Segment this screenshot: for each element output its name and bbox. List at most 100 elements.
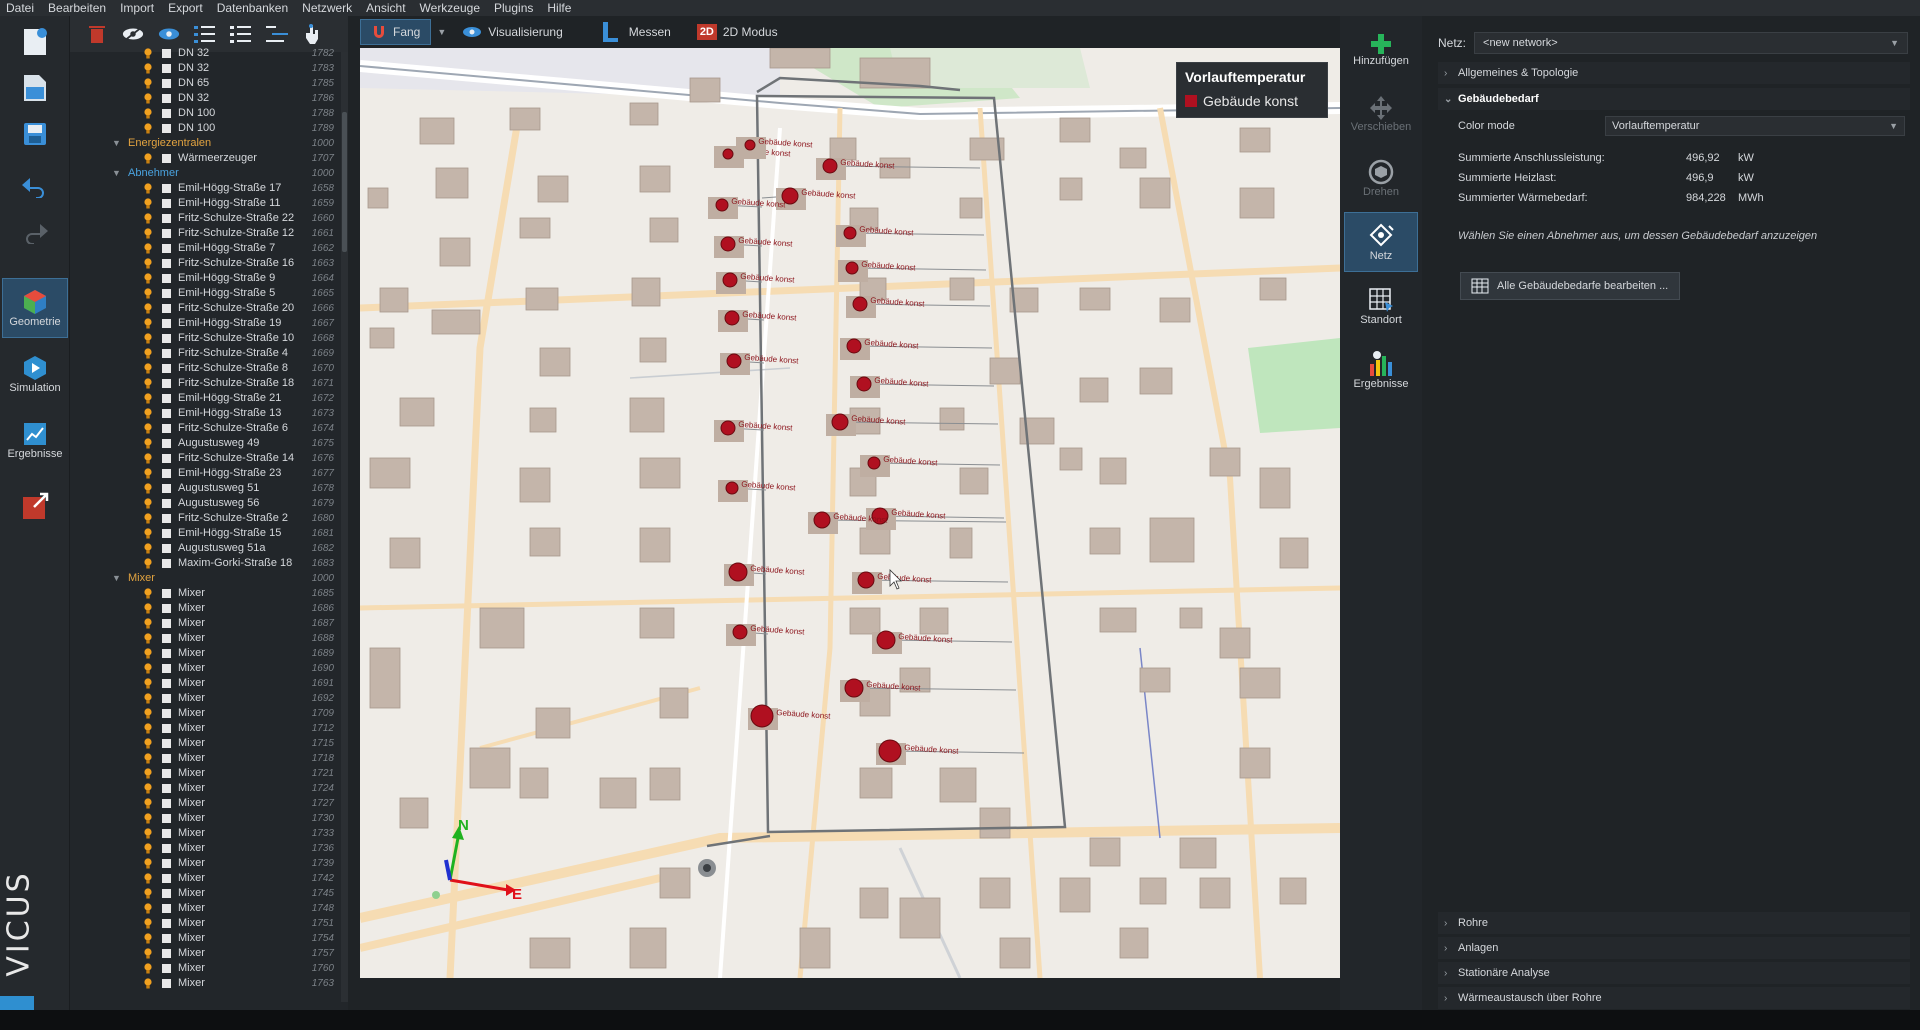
consumer-node[interactable]	[856, 376, 872, 392]
visibility-checkbox[interactable]	[162, 769, 171, 778]
lightbulb-icon[interactable]	[144, 723, 152, 734]
select-all-button[interactable]	[194, 23, 216, 45]
visibility-checkbox[interactable]	[162, 214, 171, 223]
section-stationaere-analyse[interactable]: › Stationäre Analyse	[1438, 962, 1910, 984]
tree-expand-icon[interactable]: ▼	[112, 571, 121, 586]
section-rohre[interactable]: › Rohre	[1438, 912, 1910, 934]
consumer-node[interactable]	[744, 139, 756, 151]
visibility-checkbox[interactable]	[162, 349, 171, 358]
visibility-checkbox[interactable]	[162, 664, 171, 673]
tree-item[interactable]: Mixer 1751	[70, 916, 340, 931]
lightbulb-icon[interactable]	[144, 858, 152, 869]
tree-item[interactable]: Mixer 1730	[70, 811, 340, 826]
lightbulb-icon[interactable]	[144, 888, 152, 899]
consumer-node[interactable]	[876, 630, 896, 650]
visibility-checkbox[interactable]	[162, 544, 171, 553]
consumer-node[interactable]	[722, 272, 738, 288]
lightbulb-icon[interactable]	[144, 873, 152, 884]
tree-item[interactable]: Mixer 1691	[70, 676, 340, 691]
menu-bearbeiten[interactable]: Bearbeiten	[48, 1, 106, 15]
visibility-checkbox[interactable]	[162, 259, 171, 268]
tree-item[interactable]: Augustusweg 49 1675	[70, 436, 340, 451]
tree-item[interactable]: Mixer 1712	[70, 721, 340, 736]
visibility-checkbox[interactable]	[162, 424, 171, 433]
tree-item[interactable]: Emil-Högg-Straße 13 1673	[70, 406, 340, 421]
lightbulb-icon[interactable]	[144, 618, 152, 629]
visibility-checkbox[interactable]	[162, 469, 171, 478]
tree-item[interactable]: DN 100 1789	[70, 121, 340, 136]
visibility-checkbox[interactable]	[162, 889, 171, 898]
lightbulb-icon[interactable]	[144, 408, 152, 419]
lightbulb-icon[interactable]	[144, 948, 152, 959]
visibility-checkbox[interactable]	[162, 379, 171, 388]
tree-item[interactable]: Emil-Högg-Straße 23 1677	[70, 466, 340, 481]
tree-item[interactable]: Fritz-Schulze-Straße 2 1680	[70, 511, 340, 526]
lightbulb-icon[interactable]	[144, 243, 152, 254]
visualisierung-button[interactable]: Visualisierung	[452, 19, 573, 45]
lightbulb-icon[interactable]	[144, 603, 152, 614]
lightbulb-icon[interactable]	[144, 633, 152, 644]
lightbulb-icon[interactable]	[144, 303, 152, 314]
tree-item[interactable]: Mixer 1745	[70, 886, 340, 901]
consumer-node[interactable]	[750, 704, 774, 728]
consumer-node[interactable]	[844, 678, 864, 698]
tree-item[interactable]: Mixer 1739	[70, 856, 340, 871]
visibility-checkbox[interactable]	[162, 814, 171, 823]
consumer-node[interactable]	[852, 296, 868, 312]
tree-item[interactable]: Mixer 1757	[70, 946, 340, 961]
tree-item[interactable]: DN 32 1786	[70, 91, 340, 106]
lightbulb-icon[interactable]	[144, 693, 152, 704]
visibility-checkbox[interactable]	[162, 619, 171, 628]
visibility-checkbox[interactable]	[162, 514, 171, 523]
consumer-node[interactable]	[728, 562, 748, 582]
visibility-checkbox[interactable]	[162, 979, 171, 988]
tree-item[interactable]: Fritz-Schulze-Straße 8 1670	[70, 361, 340, 376]
lightbulb-icon[interactable]	[144, 513, 152, 524]
section-allgemeines-topologie[interactable]: › Allgemeines & Topologie	[1438, 62, 1910, 84]
tree-item[interactable]: Augustusweg 56 1679	[70, 496, 340, 511]
lightbulb-icon[interactable]	[144, 258, 152, 269]
mode-simulation-button[interactable]: Simulation	[2, 344, 68, 404]
lightbulb-icon[interactable]	[144, 153, 152, 164]
tree-item[interactable]: Mixer 1692	[70, 691, 340, 706]
lightbulb-icon[interactable]	[144, 123, 152, 134]
tree-item[interactable]: Mixer 1690	[70, 661, 340, 676]
map-canvas[interactable]: Gebäude konst Gebäude konst Gebäude konst G…	[360, 48, 1340, 978]
visibility-checkbox[interactable]	[162, 739, 171, 748]
edit-all-demands-button[interactable]: Alle Gebäudebedarfe bearbeiten ...	[1460, 272, 1680, 300]
tree-item[interactable]: Mixer 1718	[70, 751, 340, 766]
consumer-node[interactable]	[867, 456, 881, 470]
2d-mode-button[interactable]: 2D 2D Modus	[687, 19, 788, 45]
tree-item[interactable]: Mixer 1748	[70, 901, 340, 916]
visibility-checkbox[interactable]	[162, 934, 171, 943]
consumer-node[interactable]	[831, 413, 849, 431]
map-viewport[interactable]: Gebäude konst Gebäude konst Gebäude konst G…	[360, 48, 1340, 978]
visibility-checkbox[interactable]	[162, 439, 171, 448]
deselect-button[interactable]	[230, 23, 252, 45]
consumer-node[interactable]	[725, 481, 739, 495]
lightbulb-icon[interactable]	[144, 798, 152, 809]
network-select[interactable]: <new network> ▼	[1474, 32, 1909, 54]
tree-expand-icon[interactable]: ▼	[112, 166, 121, 181]
visibility-checkbox[interactable]	[162, 199, 171, 208]
messen-button[interactable]: Messen	[591, 19, 681, 45]
tree-item[interactable]: Augustusweg 51a 1682	[70, 541, 340, 556]
lightbulb-icon[interactable]	[144, 543, 152, 554]
lightbulb-icon[interactable]	[144, 783, 152, 794]
visibility-checkbox[interactable]	[162, 229, 171, 238]
lightbulb-icon[interactable]	[144, 678, 152, 689]
visibility-checkbox[interactable]	[162, 274, 171, 283]
menu-netzwerk[interactable]: Netzwerk	[302, 1, 352, 15]
tree-item[interactable]: Mixer 1715	[70, 736, 340, 751]
mode-verschieben-button[interactable]: Verschieben	[1344, 84, 1418, 144]
menu-ansicht[interactable]: Ansicht	[366, 1, 405, 15]
lightbulb-icon[interactable]	[144, 828, 152, 839]
visibility-checkbox[interactable]	[162, 754, 171, 763]
lightbulb-icon[interactable]	[144, 423, 152, 434]
lightbulb-icon[interactable]	[144, 273, 152, 284]
tree-item[interactable]: Mixer 1733	[70, 826, 340, 841]
consumer-node[interactable]	[846, 338, 862, 354]
tree-item[interactable]: Emil-Högg-Straße 21 1672	[70, 391, 340, 406]
lightbulb-icon[interactable]	[144, 558, 152, 569]
visibility-checkbox[interactable]	[162, 244, 171, 253]
